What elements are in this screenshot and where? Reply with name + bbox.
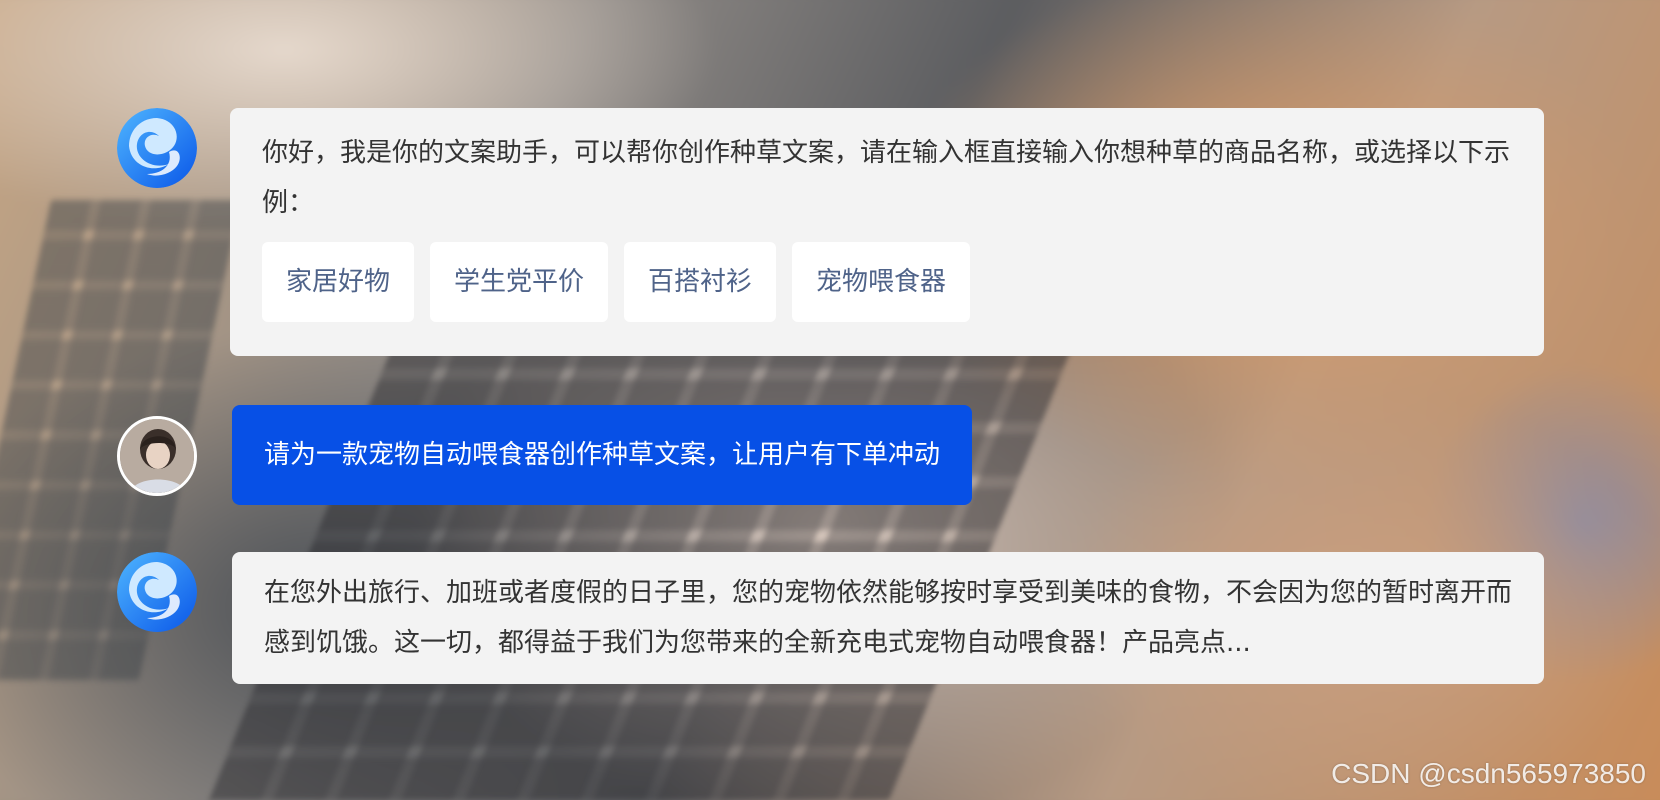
- assistant-reply-text: 在您外出旅行、加班或者度假的日子里，您的宠物依然能够按时享受到美味的食物，不会因…: [264, 578, 1513, 658]
- example-chip-student-budget[interactable]: 学生党平价: [430, 242, 609, 322]
- example-chips: 家居好物 学生党平价 百搭衬衫 宠物喂食器: [262, 242, 1512, 322]
- assistant-intro-bubble: 你好，我是你的文案助手，可以帮你创作种草文案，请在输入框直接输入你想种草的商品名…: [230, 108, 1544, 356]
- assistant-intro-text: 你好，我是你的文案助手，可以帮你创作种草文案，请在输入框直接输入你想种草的商品名…: [262, 138, 1511, 218]
- user-avatar: [117, 416, 197, 496]
- user-message-text: 请为一款宠物自动喂食器创作种草文案，让用户有下单冲动: [264, 440, 941, 470]
- example-chip-shirt[interactable]: 百搭衬衫: [624, 242, 777, 322]
- chat-thread: 你好，我是你的文案助手，可以帮你创作种草文案，请在输入框直接输入你想种草的商品名…: [0, 0, 1660, 800]
- user-message-bubble: 请为一款宠物自动喂食器创作种草文案，让用户有下单冲动: [232, 405, 973, 505]
- watermark: CSDN @csdn565973850: [1331, 758, 1646, 789]
- user-avatar-photo: [120, 419, 194, 493]
- assistant-logo-icon: [117, 552, 197, 632]
- assistant-reply-bubble: 在您外出旅行、加班或者度假的日子里，您的宠物依然能够按时享受到美味的食物，不会因…: [232, 552, 1544, 684]
- assistant-logo-icon: [117, 108, 197, 188]
- example-chip-pet-feeder[interactable]: 宠物喂食器: [792, 242, 971, 322]
- example-chip-home-goods[interactable]: 家居好物: [262, 242, 415, 322]
